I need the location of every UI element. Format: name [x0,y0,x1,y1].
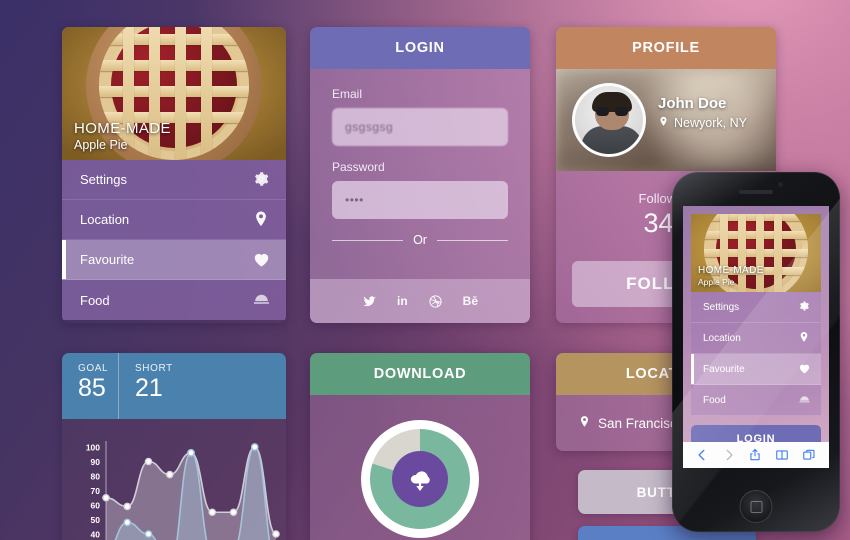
pin-icon [578,415,591,431]
phone-browser-toolbar [683,442,829,468]
svg-text:70: 70 [91,486,101,496]
avatar [572,83,646,157]
profile-identity: John Doe Newyork, NY [658,95,747,130]
phone-screen: HOME-MADE Apple Pie Settings Location Fa… [683,206,829,468]
food-dome-icon [252,290,272,310]
phone-photo-subtitle: Apple Pie [698,277,735,287]
menu-card: HOME-MADE Apple Pie Settings Location Fa… [62,27,286,323]
sunglasses [596,107,628,116]
phone-photo-title: HOME-MADE [698,265,764,276]
back-icon[interactable] [695,448,710,463]
chart-stats-header: GOAL 85 SHORT 21 [62,353,286,419]
menu-item-favourite[interactable]: Favourite [62,240,286,280]
pin-icon [658,116,669,130]
pin-icon [252,210,272,230]
photo-subtitle: Apple Pie [74,138,128,152]
earpiece-speaker [739,190,773,194]
area-chart: 10090807060504030 [62,419,286,540]
phone-mockup: HOME-MADE Apple Pie Settings Location Fa… [672,172,840,532]
heart-icon [252,250,272,270]
phone-app-content: HOME-MADE Apple Pie Settings Location Fa… [683,206,829,468]
profile-card-title: PROFILE [556,27,776,69]
download-card-body [310,395,530,540]
svg-text:40: 40 [91,530,101,540]
phone-menu-item-label: Location [703,332,741,344]
apple-pie-photo: HOME-MADE Apple Pie [62,27,286,160]
stat-goal-label: GOAL [78,363,109,374]
svg-text:60: 60 [91,501,101,511]
dribbble-icon[interactable] [428,294,443,309]
menu-item-label: Food [80,292,110,308]
front-camera-icon [778,182,783,187]
login-card-title: LOGIN [310,27,530,69]
download-progress-pie [370,429,470,529]
svg-text:90: 90 [91,457,101,467]
twitter-icon[interactable] [362,294,377,309]
bookmarks-icon[interactable] [775,448,790,463]
phone-menu-item-favourite[interactable]: Favourite [691,354,821,385]
login-card-body: Email gsgsgsg Password •••• Or in Bē [310,69,530,323]
stat-goal: GOAL 85 [62,353,118,419]
behance-icon[interactable]: Bē [463,294,478,308]
gear-icon [798,300,812,314]
svg-text:80: 80 [91,472,101,482]
divider-line-left [332,239,404,241]
phone-menu-list: Settings Location Favourite Food [691,292,821,416]
gear-icon [252,170,272,190]
menu-item-settings[interactable]: Settings [62,160,286,200]
chart-card: GOAL 85 SHORT 21 10090807060504030 [62,353,286,540]
stat-goal-value: 85 [78,374,106,402]
stat-short-value: 21 [135,374,163,402]
food-dome-icon [798,393,812,407]
phone-menu-item-label: Favourite [703,363,745,375]
download-card-title: DOWNLOAD [310,353,530,395]
or-divider: Or [332,233,509,247]
ui-kit-preview: HOME-MADE Apple Pie Settings Location Fa… [0,0,850,540]
svg-text:50: 50 [91,515,101,525]
profile-location: Newyork, NY [658,116,747,130]
download-card: DOWNLOAD [310,353,530,540]
pin-icon [798,331,812,345]
profile-location-text: Newyork, NY [674,116,747,130]
email-label: Email [332,87,363,101]
svg-text:100: 100 [86,443,100,453]
home-button[interactable] [739,490,773,523]
chart-canvas: 10090807060504030 [86,441,280,540]
photo-title: HOME-MADE [74,120,171,137]
profile-cover-photo: John Doe Newyork, NY [556,69,776,171]
cloud-download-icon[interactable] [392,451,448,507]
divider-line-right [436,239,509,241]
email-input[interactable]: gsgsgsg [332,108,508,146]
stat-short: SHORT 21 [118,353,286,419]
phone-menu-item-label: Settings [703,301,740,313]
tabs-icon[interactable] [802,448,817,463]
phone-menu-item-label: Food [703,394,726,406]
phone-menu-item-settings[interactable]: Settings [691,292,821,323]
heart-icon [798,362,812,376]
social-login-bar: in Bē [310,279,530,323]
menu-item-food[interactable]: Food [62,280,286,320]
login-card: LOGIN Email gsgsgsg Password •••• Or in … [310,27,530,323]
share-icon[interactable] [748,448,763,463]
menu-item-label: Location [80,212,130,227]
password-input[interactable]: •••• [332,181,508,219]
linkedin-icon[interactable]: in [397,294,408,308]
download-progress-ring [361,420,479,538]
stat-short-label: SHORT [135,363,173,374]
menu-list: Settings Location Favourite Food [62,160,286,320]
or-label: Or [413,233,427,247]
menu-item-label: Favourite [80,252,135,267]
password-label: Password [332,160,385,174]
menu-item-location[interactable]: Location [62,200,286,240]
menu-item-label: Settings [80,172,127,187]
profile-name: John Doe [658,95,727,112]
photo-caption: HOME-MADE Apple Pie [74,120,171,152]
phone-menu-item-food[interactable]: Food [691,385,821,416]
forward-icon [722,448,737,463]
phone-menu-item-location[interactable]: Location [691,323,821,354]
phone-apple-pie-photo: HOME-MADE Apple Pie [691,214,821,292]
